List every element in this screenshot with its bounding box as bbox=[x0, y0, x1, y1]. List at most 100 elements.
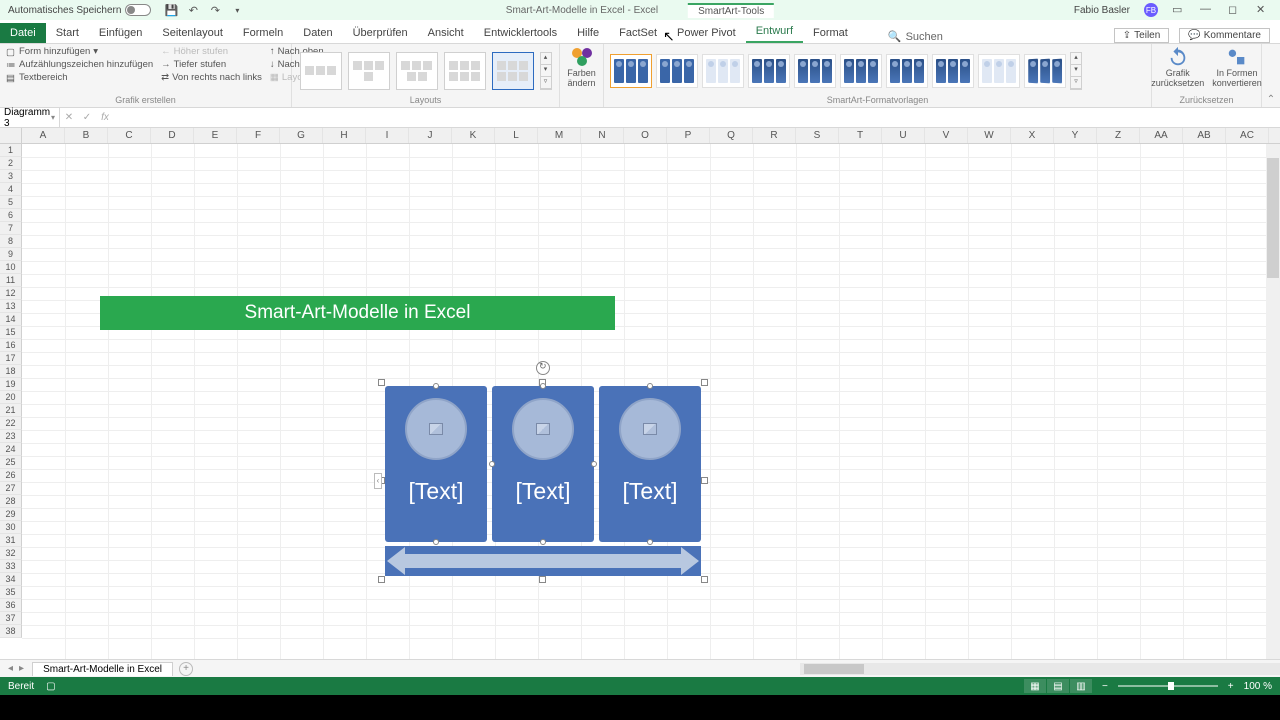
row-header[interactable]: 23 bbox=[0, 430, 22, 443]
row-header[interactable]: 13 bbox=[0, 300, 22, 313]
column-header[interactable]: L bbox=[495, 128, 538, 143]
style-option-9[interactable] bbox=[978, 54, 1020, 88]
tab-format[interactable]: Format bbox=[803, 23, 858, 43]
smartart-object[interactable]: ‹ [Text] [Text] bbox=[382, 383, 704, 579]
worksheet-grid[interactable]: ABCDEFGHIJKLMNOPQRSTUVWXYZAAABAC 1234567… bbox=[0, 128, 1280, 659]
row-header[interactable]: 28 bbox=[0, 495, 22, 508]
column-header[interactable]: J bbox=[409, 128, 452, 143]
column-header[interactable]: D bbox=[151, 128, 194, 143]
tab-design[interactable]: Entwurf bbox=[746, 21, 803, 43]
card-handle[interactable] bbox=[489, 461, 495, 467]
column-header[interactable]: C bbox=[108, 128, 151, 143]
user-name[interactable]: Fabio Basler bbox=[1074, 5, 1130, 16]
demote-button[interactable]: →Tiefer stufen bbox=[161, 59, 262, 70]
column-header[interactable]: F bbox=[237, 128, 280, 143]
resize-handle-tr[interactable] bbox=[701, 379, 708, 386]
resize-handle-bl[interactable] bbox=[378, 576, 385, 583]
tab-pagelayout[interactable]: Seitenlayout bbox=[152, 23, 233, 43]
tab-review[interactable]: Überprüfen bbox=[343, 23, 418, 43]
style-gallery-more[interactable]: ▴▾▿ bbox=[1070, 52, 1082, 90]
accept-formula-icon[interactable]: ✓ bbox=[78, 112, 96, 123]
undo-icon[interactable]: ↶ bbox=[187, 4, 199, 16]
add-bullet-button[interactable]: ≔Aufzählungszeichen hinzufügen bbox=[6, 59, 153, 70]
row-header[interactable]: 27 bbox=[0, 482, 22, 495]
resize-handle-bm[interactable] bbox=[539, 576, 546, 583]
resize-handle-mr[interactable] bbox=[701, 477, 708, 484]
column-header[interactable]: N bbox=[581, 128, 624, 143]
row-header[interactable]: 31 bbox=[0, 534, 22, 547]
smartart-card-3[interactable]: [Text] bbox=[599, 386, 701, 542]
style-option-5[interactable] bbox=[794, 54, 836, 88]
picture-placeholder-2[interactable] bbox=[512, 398, 574, 460]
qat-customize-icon[interactable]: ▾ bbox=[231, 4, 243, 16]
row-header[interactable]: 26 bbox=[0, 469, 22, 482]
row-header[interactable]: 10 bbox=[0, 261, 22, 274]
layout-option-3[interactable] bbox=[396, 52, 438, 90]
column-header[interactable]: K bbox=[452, 128, 495, 143]
row-header[interactable]: 8 bbox=[0, 235, 22, 248]
tab-powerpivot[interactable]: Power Pivot bbox=[667, 23, 746, 43]
row-header[interactable]: 11 bbox=[0, 274, 22, 287]
text-placeholder-2[interactable]: [Text] bbox=[516, 478, 571, 505]
style-option-6[interactable] bbox=[840, 54, 882, 88]
fx-icon[interactable]: fx bbox=[96, 112, 114, 123]
tab-insert[interactable]: Einfügen bbox=[89, 23, 152, 43]
style-option-2[interactable] bbox=[656, 54, 698, 88]
row-header[interactable]: 33 bbox=[0, 560, 22, 573]
column-header[interactable]: O bbox=[624, 128, 667, 143]
layout-option-2[interactable] bbox=[348, 52, 390, 90]
zoom-in-icon[interactable]: + bbox=[1228, 681, 1234, 692]
save-icon[interactable]: 💾 bbox=[165, 4, 177, 16]
comments-button[interactable]: 💬Kommentare bbox=[1179, 28, 1270, 43]
column-header[interactable]: E bbox=[194, 128, 237, 143]
row-header[interactable]: 35 bbox=[0, 586, 22, 599]
layout-option-4[interactable] bbox=[444, 52, 486, 90]
row-header[interactable]: 3 bbox=[0, 170, 22, 183]
text-placeholder-3[interactable]: [Text] bbox=[623, 478, 678, 505]
text-pane-toggle[interactable]: ‹ bbox=[374, 473, 382, 489]
row-header[interactable]: 22 bbox=[0, 417, 22, 430]
sheet-nav-next-icon[interactable]: ▸ bbox=[19, 663, 24, 674]
column-header[interactable]: A bbox=[22, 128, 65, 143]
smartart-card-1[interactable]: [Text] bbox=[385, 386, 487, 542]
row-header[interactable]: 30 bbox=[0, 521, 22, 534]
smartart-card-2[interactable]: [Text] bbox=[492, 386, 594, 542]
row-header[interactable]: 12 bbox=[0, 287, 22, 300]
style-option-7[interactable] bbox=[886, 54, 928, 88]
rotation-handle[interactable] bbox=[536, 361, 550, 375]
row-header[interactable]: 29 bbox=[0, 508, 22, 521]
style-option-4[interactable] bbox=[748, 54, 790, 88]
row-header[interactable]: 16 bbox=[0, 339, 22, 352]
style-option-8[interactable] bbox=[932, 54, 974, 88]
convert-shapes-button[interactable]: In Formen konvertieren bbox=[1212, 46, 1262, 88]
row-header[interactable]: 34 bbox=[0, 573, 22, 586]
name-box[interactable]: Diagramm 3▾ bbox=[0, 107, 60, 129]
change-colors-button[interactable]: Farben ändern bbox=[566, 46, 597, 90]
row-header[interactable]: 25 bbox=[0, 456, 22, 469]
column-header[interactable]: R bbox=[753, 128, 796, 143]
row-header[interactable]: 7 bbox=[0, 222, 22, 235]
add-shape-button[interactable]: ▢Form hinzufügen ▾ bbox=[6, 46, 153, 57]
select-all-corner[interactable] bbox=[0, 128, 22, 143]
ribbon-options-icon[interactable]: ▭ bbox=[1172, 3, 1186, 17]
row-header[interactable]: 24 bbox=[0, 443, 22, 456]
row-header[interactable]: 17 bbox=[0, 352, 22, 365]
column-header[interactable]: X bbox=[1011, 128, 1054, 143]
collapse-ribbon-icon[interactable]: ⌃ bbox=[1267, 94, 1275, 105]
picture-placeholder-3[interactable] bbox=[619, 398, 681, 460]
picture-placeholder-1[interactable] bbox=[405, 398, 467, 460]
row-header[interactable]: 2 bbox=[0, 157, 22, 170]
row-header[interactable]: 1 bbox=[0, 144, 22, 157]
sheet-tab-1[interactable]: Smart-Art-Modelle in Excel bbox=[32, 662, 173, 676]
tab-start[interactable]: Start bbox=[46, 23, 89, 43]
tab-data[interactable]: Daten bbox=[293, 23, 342, 43]
rtl-button[interactable]: ⇄Von rechts nach links bbox=[161, 72, 262, 83]
column-header[interactable]: Y bbox=[1054, 128, 1097, 143]
add-sheet-button[interactable]: + bbox=[179, 662, 193, 676]
row-header[interactable]: 36 bbox=[0, 599, 22, 612]
card-handle[interactable] bbox=[647, 539, 653, 545]
column-header[interactable]: AB bbox=[1183, 128, 1226, 143]
tell-me-search[interactable]: 🔍 Suchen bbox=[888, 30, 943, 43]
card-handle[interactable] bbox=[591, 461, 597, 467]
card-handle[interactable] bbox=[647, 383, 653, 389]
